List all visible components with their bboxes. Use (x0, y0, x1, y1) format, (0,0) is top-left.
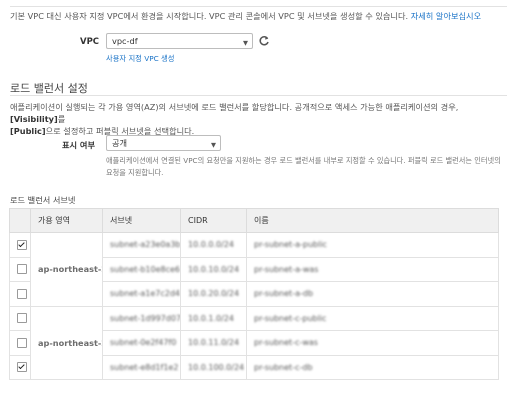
subnet-name: pr-subnet-a-public (254, 240, 327, 250)
vpc-label: VPC (80, 37, 100, 47)
table-row[interactable]: ap-northeast-2c subnet-1d997d07 10.0.1.0… (9, 305, 499, 380)
vpc-select[interactable]: vpc-df ▼ (106, 33, 253, 49)
vpc-select-value: vpc-df (112, 36, 138, 46)
learn-more-link[interactable]: 자세히 알아보십시오 (411, 11, 481, 21)
subnet-name: pr-subnet-a-db (254, 289, 314, 299)
subnet-name: pr-subnet-c-was (254, 338, 318, 348)
visibility-select[interactable]: 공개 ▼ (106, 135, 221, 151)
chevron-down-icon: ▼ (211, 141, 216, 149)
subnet-name: pr-subnet-a-was (254, 264, 319, 274)
chevron-down-icon: ▼ (243, 39, 248, 47)
col-availability-zone-header: 가용 영역 (30, 208, 103, 233)
divider (10, 6, 507, 7)
availability-zone-cell: ap-northeast-2c (30, 305, 103, 380)
row-checkbox[interactable] (17, 264, 27, 275)
cut-off-heading (0, 0, 513, 4)
visibility-keyword: [Visibility] (10, 114, 58, 124)
row-checkbox[interactable] (17, 313, 27, 324)
subnet-id: subnet-0e2f47f0 (110, 338, 177, 348)
col-cidr-header: CIDR (180, 208, 247, 233)
load-balancer-description: 애플리케이션이 실행되는 각 가용 영역(AZ)의 서브넷에 로드 밸런서를 할… (10, 101, 505, 137)
subnets-table: 가용 영역 서브넷 CIDR 이름 ap-northeast-2a subnet… (9, 208, 499, 380)
cidr-value: 10.0.11.0/24 (188, 338, 240, 348)
row-checkbox[interactable] (17, 337, 27, 348)
refresh-icon[interactable] (258, 35, 270, 47)
desc-part-1: 애플리케이션이 실행되는 각 가용 영역(AZ)의 서브넷에 로드 밸런서를 할… (10, 102, 459, 112)
row-checkbox[interactable] (17, 362, 27, 373)
cidr-value: 10.0.20.0/24 (188, 289, 240, 299)
col-select-header (9, 208, 31, 233)
subnets-title: 로드 밸런서 서브넷 (10, 195, 76, 205)
create-custom-vpc-link[interactable]: 사용자 지정 VPC 생성 (106, 54, 174, 64)
visibility-select-value: 공개 (112, 138, 128, 148)
cidr-value: 10.0.0.0/24 (188, 240, 234, 250)
subnet-id: subnet-b10e8ce6 (110, 264, 181, 274)
subnet-id: subnet-e8d1f1e2 (110, 362, 179, 372)
row-checkbox[interactable] (17, 288, 27, 299)
desc-part-2: 를 (57, 114, 66, 124)
visibility-label: 표시 여부 (62, 140, 95, 150)
col-name-header: 이름 (246, 208, 499, 233)
availability-zone-cell: ap-northeast-2a (30, 232, 103, 307)
table-header-row: 가용 영역 서브넷 CIDR 이름 (9, 208, 499, 233)
subnet-name: pr-subnet-c-db (254, 362, 313, 372)
subnet-id: subnet-1d997d07 (110, 313, 181, 323)
visibility-help-text: 애플리케이션에서 연결된 VPC의 요청만을 지원하는 경우 로드 밸런서를 내… (106, 156, 501, 177)
cidr-value: 10.0.1.0/24 (188, 313, 234, 323)
divider (10, 95, 507, 96)
subnet-id: subnet-a23e0a3b (110, 240, 181, 250)
intro-text: 기본 VPC 대신 사용자 지정 VPC에서 환경을 시작합니다. VPC 관리… (10, 11, 409, 21)
load-balancer-settings-title: 로드 밸런서 설정 (10, 82, 88, 95)
cidr-value: 10.0.10.0/24 (188, 264, 240, 274)
subnet-id: subnet-a1e7c2d4 (110, 289, 180, 299)
table-row[interactable]: ap-northeast-2a subnet-a23e0a3b 10.0.0.0… (9, 232, 499, 307)
subnet-name: pr-subnet-c-public (254, 313, 327, 323)
cidr-value: 10.0.100.0/24 (188, 362, 245, 372)
vpc-intro-text: 기본 VPC 대신 사용자 지정 VPC에서 환경을 시작합니다. VPC 관리… (10, 10, 481, 22)
public-keyword: [Public] (10, 126, 46, 136)
row-checkbox[interactable] (17, 239, 27, 250)
col-subnet-header: 서브넷 (102, 208, 181, 233)
